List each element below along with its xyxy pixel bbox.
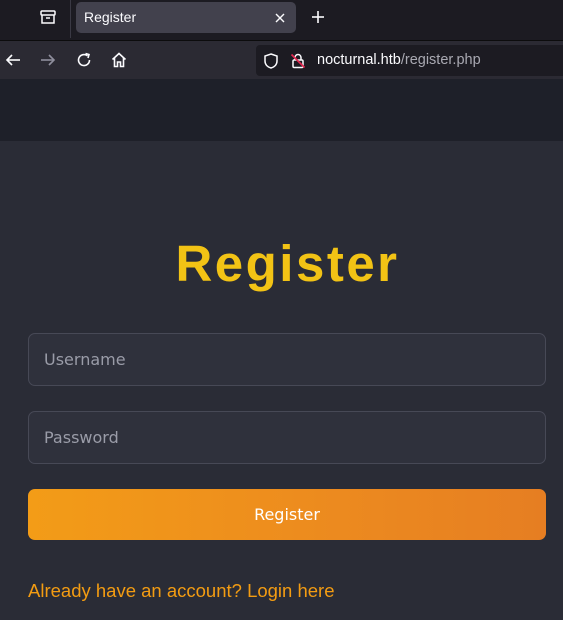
plus-icon[interactable] xyxy=(308,7,328,27)
login-link[interactable]: Already have an account? Login here xyxy=(28,580,335,602)
password-input[interactable] xyxy=(28,411,546,464)
arrow-right-icon[interactable] xyxy=(37,49,59,71)
home-icon[interactable] xyxy=(108,49,130,71)
shield-icon[interactable] xyxy=(262,52,280,70)
tab-register[interactable]: Register xyxy=(76,2,296,33)
arrow-left-icon[interactable] xyxy=(2,49,24,71)
url-bar[interactable]: nocturnal.htb/register.php xyxy=(256,45,563,76)
reload-icon[interactable] xyxy=(73,49,95,71)
tab-strip: Register xyxy=(0,0,563,40)
tab-title: Register xyxy=(84,9,137,25)
register-button[interactable]: Register xyxy=(28,489,546,540)
tab-list-icon[interactable] xyxy=(36,6,60,28)
close-icon[interactable] xyxy=(273,10,287,24)
navigation-bar: nocturnal.htb/register.php xyxy=(0,40,563,79)
page-title: Register xyxy=(175,235,400,292)
page-header-band xyxy=(0,79,563,141)
insecure-lock-icon[interactable] xyxy=(289,52,307,70)
url-host: nocturnal.htb xyxy=(317,52,401,68)
tab-separator xyxy=(70,0,71,38)
url-text[interactable]: nocturnal.htb/register.php xyxy=(317,52,481,68)
username-input[interactable] xyxy=(28,333,546,386)
url-path: /register.php xyxy=(400,52,481,68)
